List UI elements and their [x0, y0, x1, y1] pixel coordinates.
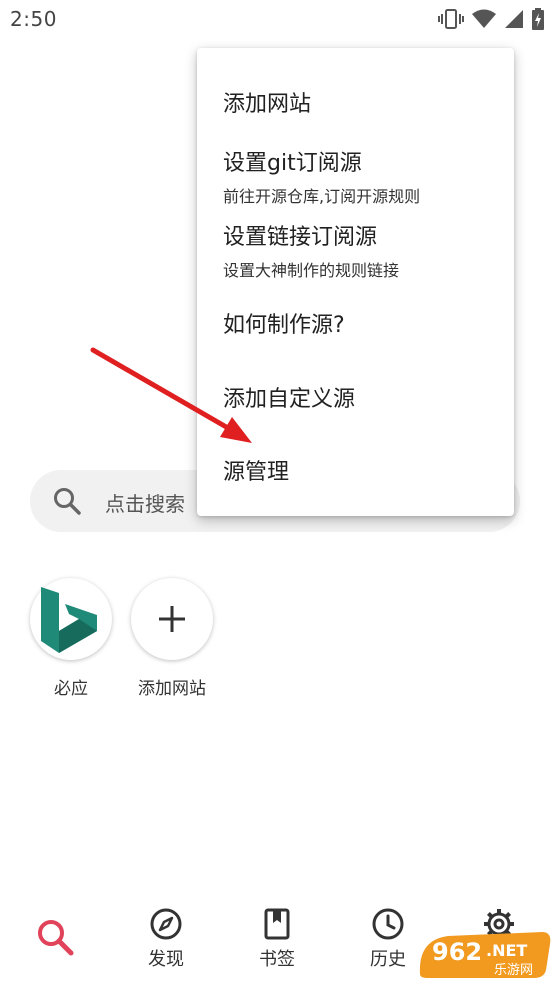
menu-item-title: 添加自定义源 [223, 387, 356, 412]
status-bar: 2:50 [0, 0, 554, 38]
search-icon [38, 920, 74, 956]
quick-site-label: 添加网站 [138, 679, 206, 699]
plus-icon [159, 606, 185, 632]
menu-item-subtitle: 前往开源仓库,订阅开源规则 [223, 187, 421, 206]
svg-text:乐游网: 乐游网 [494, 963, 533, 978]
overflow-menu: 添加网站 设置git订阅源 前往开源仓库,订阅开源规则 设置链接订阅源 设置大神… [197, 48, 514, 516]
signal-icon [505, 10, 523, 28]
wifi-icon [472, 9, 496, 28]
bing-logo-tile[interactable] [30, 578, 112, 660]
menu-item-git-source[interactable]: 设置git订阅源 前往开源仓库,订阅开源规则 [223, 145, 420, 207]
menu-item-link-source[interactable]: 设置链接订阅源 设置大神制作的规则链接 [223, 219, 399, 281]
menu-item-title: 添加网站 [223, 92, 312, 117]
nav-label: 书签 [259, 949, 295, 970]
watermark-logo: 962 .NET 乐游网 [419, 932, 551, 978]
menu-item-source-management[interactable]: 源管理 [223, 454, 289, 486]
nav-bookmarks[interactable]: 书签 [237, 907, 317, 971]
quick-site-bing[interactable]: 必应 [29, 578, 113, 699]
quick-site-label: 必应 [54, 679, 88, 699]
menu-item-title: 设置git订阅源 [223, 151, 362, 176]
svg-text:962: 962 [432, 938, 482, 966]
nav-search[interactable] [15, 917, 95, 957]
quick-site-add[interactable]: 添加网站 [130, 578, 214, 699]
search-placeholder: 点击搜索 [105, 492, 185, 516]
battery-charging-icon [532, 8, 544, 30]
menu-item-title: 如何制作源? [223, 313, 345, 338]
status-time: 2:50 [10, 7, 57, 31]
menu-item-how-to-make-source[interactable]: 如何制作源? [223, 307, 345, 339]
menu-item-title: 源管理 [223, 460, 290, 485]
menu-item-title: 设置链接订阅源 [223, 225, 378, 250]
nav-label: 发现 [148, 949, 184, 970]
add-site-tile[interactable] [131, 578, 213, 660]
svg-text:.NET: .NET [486, 941, 527, 960]
nav-history[interactable]: 历史 [348, 907, 428, 971]
compass-icon [150, 908, 182, 940]
nav-discover[interactable]: 发现 [126, 907, 206, 971]
bookmark-icon [264, 908, 290, 940]
bing-logo-icon [41, 587, 97, 653]
vibrate-icon [438, 9, 464, 29]
search-icon [54, 488, 81, 515]
menu-item-add-custom-source[interactable]: 添加自定义源 [223, 381, 355, 413]
menu-item-subtitle: 设置大神制作的规则链接 [223, 261, 400, 280]
clock-icon [372, 908, 404, 940]
nav-label: 历史 [370, 949, 406, 970]
menu-item-add-site[interactable]: 添加网站 [223, 86, 311, 118]
status-icons [438, 6, 544, 32]
